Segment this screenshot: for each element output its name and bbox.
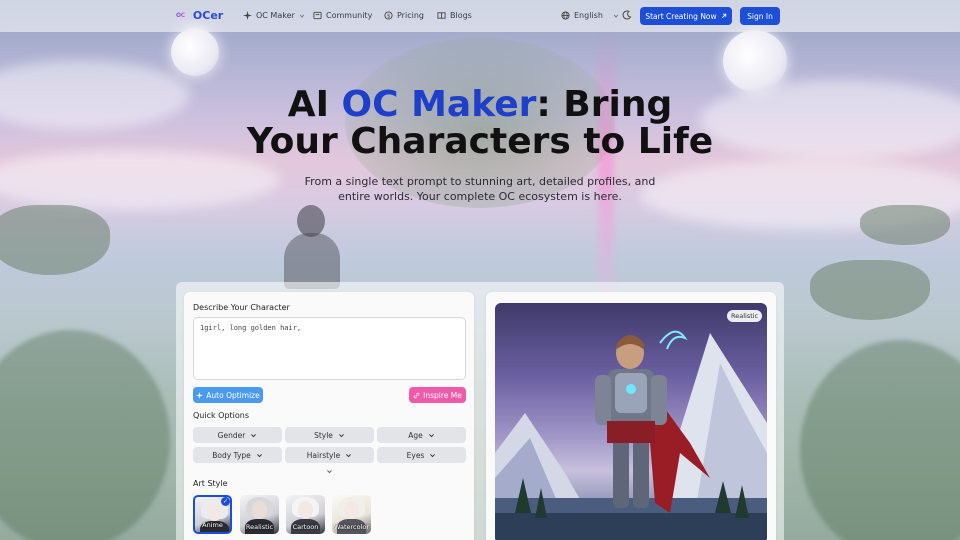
chevron-down-icon [430, 453, 436, 457]
moon-left [171, 28, 219, 76]
expand-options-icon[interactable] [326, 468, 333, 475]
chevron-down-icon [251, 433, 257, 437]
title-part1: AI [287, 84, 342, 125]
nav-oc-maker[interactable]: OC Maker [243, 11, 305, 20]
auto-optimize-label: Auto Optimize [206, 390, 260, 400]
option-eyes[interactable]: Eyes [377, 447, 466, 463]
start-creating-label: Start Creating Now [645, 11, 717, 21]
chevron-down-icon [299, 14, 304, 18]
start-creating-button[interactable]: Start Creating Now [640, 7, 732, 25]
option-gender[interactable]: Gender [193, 427, 282, 443]
inspire-me-label: Inspire Me [423, 390, 462, 400]
title-accent: OC Maker [341, 84, 537, 125]
nav-pricing-label: Pricing [397, 11, 424, 20]
top-navbar: OC OCer OC Maker Community $ Pricing Blo… [0, 0, 960, 32]
option-age-label: Age [408, 430, 423, 440]
art-style-cartoon[interactable]: Cartoon [286, 495, 325, 534]
inspire-me-button[interactable]: Inspire Me [409, 387, 466, 403]
link-icon [413, 392, 420, 398]
svg-text:$: $ [387, 14, 390, 20]
option-style-label: Style [314, 430, 333, 440]
art-style-label: Art Style [193, 479, 228, 488]
title-part2: : Bring [536, 84, 673, 125]
sign-in-label: Sign In [747, 11, 773, 21]
language-select[interactable]: English [561, 11, 619, 20]
nav-blogs-label: Blogs [450, 11, 472, 20]
option-body-type[interactable]: Body Type [193, 447, 282, 463]
globe-icon [561, 11, 570, 20]
hero-subtitle: From a single text prompt to stunning ar… [304, 175, 656, 203]
option-body-type-label: Body Type [212, 450, 251, 460]
option-hairstyle-label: Hairstyle [306, 450, 341, 460]
art-style-cartoon-label: Cartoon [292, 523, 319, 531]
character-preview-image [495, 303, 767, 540]
option-eyes-label: Eyes [406, 450, 425, 460]
art-style-realistic[interactable]: Realistic [240, 495, 279, 534]
selected-check-icon: ✓ [221, 497, 230, 506]
nav-pricing[interactable]: $ Pricing [384, 11, 424, 20]
page-title: AI OC Maker: Bring Your Characters to Li… [0, 86, 960, 160]
art-style-watercolor-label: Watercolor [333, 523, 370, 531]
language-label: English [574, 11, 603, 20]
chevron-down-icon [338, 433, 344, 437]
logo-mark: OC [176, 12, 185, 19]
moon-icon [622, 10, 632, 20]
option-gender-label: Gender [217, 430, 246, 440]
nav-community-label: Community [326, 11, 373, 20]
style-badge: Realistic [727, 310, 763, 322]
logo-text: OCer [192, 9, 224, 22]
option-hairstyle[interactable]: Hairstyle [285, 447, 374, 463]
option-style[interactable]: Style [285, 427, 374, 443]
chevron-down-icon [613, 14, 619, 18]
background-figure [280, 205, 342, 289]
arrow-up-right-icon [721, 13, 726, 19]
chevron-down-icon [256, 453, 262, 457]
option-age[interactable]: Age [377, 427, 466, 443]
logo[interactable]: OC OCer [176, 9, 223, 22]
nav-oc-maker-label: OC Maker [256, 11, 295, 20]
art-style-anime-label: Anime [202, 521, 223, 529]
describe-label: Describe Your Character [193, 303, 290, 312]
title-line2: Your Characters to Life [246, 121, 714, 162]
character-prompt-input[interactable]: 1girl, long golden hair, [193, 317, 466, 380]
nav-community[interactable]: Community [313, 11, 372, 20]
pricing-icon: $ [384, 11, 393, 20]
art-style-realistic-label: Realistic [245, 523, 274, 531]
art-style-watercolor[interactable]: Watercolor [332, 495, 371, 534]
sign-in-button[interactable]: Sign In [740, 7, 780, 25]
sparkles-icon [196, 391, 204, 399]
book-icon [437, 12, 446, 19]
nav-blogs[interactable]: Blogs [437, 11, 472, 20]
auto-optimize-button[interactable]: Auto Optimize [193, 387, 263, 403]
moon-right [723, 30, 787, 92]
sparkles-icon [243, 11, 252, 20]
chevron-down-icon [428, 433, 434, 437]
theme-toggle[interactable] [622, 10, 632, 20]
community-icon [313, 11, 322, 20]
chevron-down-icon [346, 453, 352, 457]
quick-options-label: Quick Options [193, 411, 250, 420]
